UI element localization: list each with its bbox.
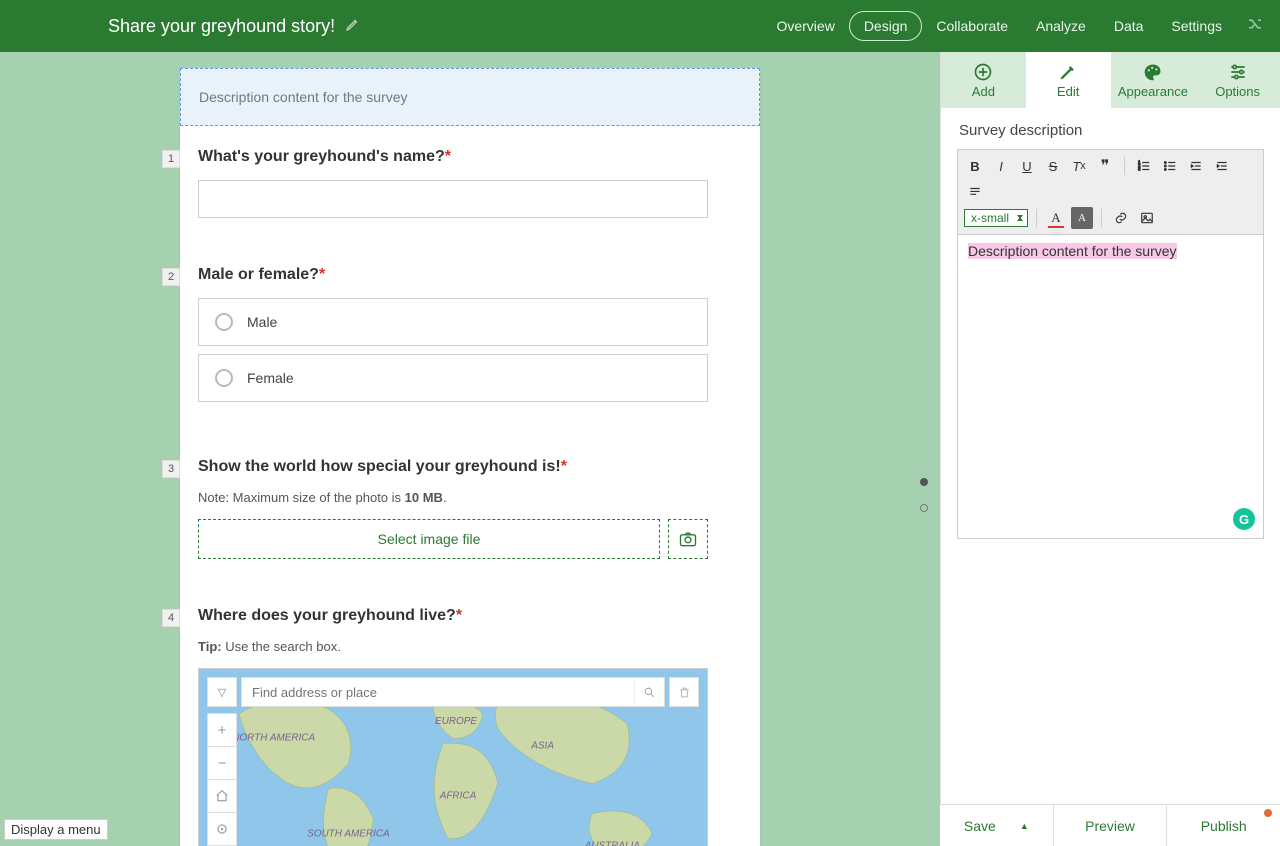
align-button[interactable] xyxy=(964,181,986,203)
publish-button[interactable]: Publish xyxy=(1167,805,1280,846)
link-button[interactable] xyxy=(1110,207,1132,229)
italic-button[interactable]: I xyxy=(990,155,1012,177)
canvas-area: Description content for the survey 1 Wha… xyxy=(0,52,940,846)
font-size-select[interactable]: x-small xyxy=(964,209,1028,227)
select-image-button[interactable]: Select image file xyxy=(198,519,660,559)
footer-bar: Save▲ Preview Publish xyxy=(940,804,1280,846)
question-hint: Tip: Use the search box. xyxy=(198,639,742,654)
question-label: Show the world how special your greyhoun… xyxy=(198,458,742,476)
rich-text-editor[interactable]: B I U S Tx ❞ 123 x-small A A xyxy=(957,149,1264,539)
outdent-button[interactable] xyxy=(1185,155,1207,177)
question-label: Where does your greyhound live?* xyxy=(198,607,742,625)
map-clear-button[interactable] xyxy=(669,677,699,707)
page-dot-active[interactable] xyxy=(920,478,928,486)
question-number: 1 xyxy=(162,150,180,168)
survey-title: Share your greyhound story! xyxy=(108,16,335,37)
svg-text:3: 3 xyxy=(1138,167,1141,172)
radio-label: Male xyxy=(247,314,277,330)
editor-toolbar: B I U S Tx ❞ 123 x-small A A xyxy=(958,150,1263,235)
radio-icon xyxy=(215,313,233,331)
clear-format-button[interactable]: Tx xyxy=(1068,155,1090,177)
nav-collaborate[interactable]: Collaborate xyxy=(922,12,1022,40)
search-icon[interactable] xyxy=(634,678,664,706)
svg-text:AFRICA: AFRICA xyxy=(439,790,477,801)
svg-text:NORTH AMERICA: NORTH AMERICA xyxy=(232,733,315,744)
editor-selected-text: Description content for the survey xyxy=(968,243,1177,259)
top-nav: Overview Design Collaborate Analyze Data… xyxy=(762,11,1264,41)
page-dot[interactable] xyxy=(920,504,928,512)
map-search-input[interactable] xyxy=(242,685,634,700)
tab-edit[interactable]: Edit xyxy=(1026,52,1111,108)
side-tabs: Add Edit Appearance Options xyxy=(941,52,1280,108)
nav-data[interactable]: Data xyxy=(1100,12,1158,40)
svg-text:AUSTRALIA: AUSTRALIA xyxy=(584,840,641,846)
radio-option-male[interactable]: Male xyxy=(198,298,708,346)
bg-color-button[interactable]: A xyxy=(1071,207,1093,229)
zoom-out-button[interactable]: − xyxy=(207,746,237,780)
tab-options[interactable]: Options xyxy=(1195,52,1280,108)
svg-text:EUROPE: EUROPE xyxy=(435,716,477,727)
camera-button[interactable] xyxy=(668,519,708,559)
question-number: 2 xyxy=(162,268,180,286)
tab-add[interactable]: Add xyxy=(941,52,1026,108)
radio-option-female[interactable]: Female xyxy=(198,354,708,402)
tab-label: Options xyxy=(1215,84,1260,99)
question-1[interactable]: 1 What's your greyhound's name?* xyxy=(180,126,760,244)
question-2[interactable]: 2 Male or female?* Male Female xyxy=(180,244,760,436)
tab-label: Appearance xyxy=(1118,84,1188,99)
status-tooltip: Display a menu xyxy=(4,819,108,840)
bold-button[interactable]: B xyxy=(964,155,986,177)
grammarly-icon[interactable]: G xyxy=(1233,508,1255,530)
home-button[interactable] xyxy=(207,779,237,813)
question-hint: Note: Maximum size of the photo is 10 MB… xyxy=(198,490,742,505)
question-label: What's your greyhound's name?* xyxy=(198,148,742,166)
nav-design[interactable]: Design xyxy=(849,11,923,41)
svg-text:SOUTH AMERICA: SOUTH AMERICA xyxy=(307,828,390,839)
question-4[interactable]: 4 Where does your greyhound live?* Tip: … xyxy=(180,585,760,846)
svg-text:ASIA: ASIA xyxy=(530,741,554,752)
map-search[interactable] xyxy=(241,677,665,707)
side-heading: Survey description xyxy=(941,108,1280,149)
question-number: 3 xyxy=(162,460,180,478)
preview-button[interactable]: Preview xyxy=(1054,805,1168,846)
unordered-list-button[interactable] xyxy=(1159,155,1181,177)
shuffle-icon[interactable] xyxy=(1236,15,1264,38)
map-widget[interactable]: NORTH AMERICA SOUTH AMERICA EUROPE AFRIC… xyxy=(198,668,708,846)
image-button[interactable] xyxy=(1136,207,1158,229)
radio-label: Female xyxy=(247,370,294,386)
underline-button[interactable]: U xyxy=(1016,155,1038,177)
save-button[interactable]: Save▲ xyxy=(940,805,1054,846)
side-panel: Add Edit Appearance Options Survey descr… xyxy=(940,52,1280,846)
question-label: Male or female?* xyxy=(198,266,742,284)
tab-label: Edit xyxy=(1057,84,1079,99)
notification-dot-icon xyxy=(1264,809,1272,817)
map-menu-toggle[interactable]: ▽ xyxy=(207,677,237,707)
locate-button[interactable] xyxy=(207,812,237,846)
strike-button[interactable]: S xyxy=(1042,155,1064,177)
pencil-icon[interactable] xyxy=(345,16,361,37)
question-3[interactable]: 3 Show the world how special your greyho… xyxy=(180,436,760,585)
question-number: 4 xyxy=(162,609,180,627)
page-indicator xyxy=(920,478,928,512)
nav-settings[interactable]: Settings xyxy=(1157,12,1236,40)
nav-analyze[interactable]: Analyze xyxy=(1022,12,1100,40)
tab-appearance[interactable]: Appearance xyxy=(1111,52,1196,108)
indent-button[interactable] xyxy=(1211,155,1233,177)
tab-label: Add xyxy=(972,84,995,99)
text-color-button[interactable]: A xyxy=(1045,207,1067,229)
zoom-in-button[interactable]: + xyxy=(207,713,237,747)
nav-overview[interactable]: Overview xyxy=(762,12,848,40)
quote-button[interactable]: ❞ xyxy=(1094,155,1116,177)
name-input[interactable] xyxy=(198,180,708,218)
editor-body[interactable]: Description content for the survey xyxy=(958,235,1263,267)
survey-canvas: Description content for the survey 1 Wha… xyxy=(180,68,760,846)
radio-icon xyxy=(215,369,233,387)
ordered-list-button[interactable]: 123 xyxy=(1133,155,1155,177)
description-banner[interactable]: Description content for the survey xyxy=(180,68,760,126)
top-bar: Share your greyhound story! Overview Des… xyxy=(0,0,1280,52)
